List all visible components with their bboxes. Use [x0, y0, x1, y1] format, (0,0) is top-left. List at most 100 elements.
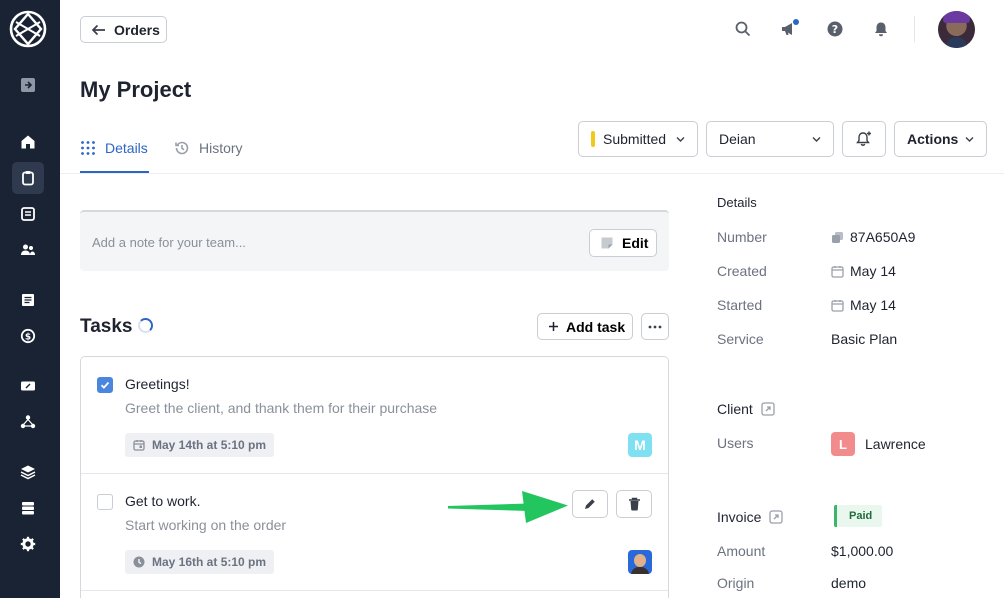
created-value: May 14: [831, 263, 896, 279]
sidebar-home-icon[interactable]: [17, 131, 39, 153]
announcements-icon[interactable]: [780, 19, 800, 39]
task-assignee-avatar[interactable]: [628, 550, 652, 574]
created-label: Created: [717, 263, 767, 279]
ellipsis-icon: [648, 325, 662, 328]
tab-history-label: History: [199, 140, 243, 156]
sidebar-collapse-icon[interactable]: [17, 74, 39, 96]
external-link-icon[interactable]: [761, 402, 775, 416]
origin-value: demo: [831, 575, 866, 591]
history-clock-icon: [175, 141, 189, 155]
calendar-icon: [133, 440, 145, 451]
client-heading[interactable]: Client: [717, 401, 775, 417]
assignee-dropdown[interactable]: Deian: [706, 121, 834, 157]
loading-spinner-icon: [138, 318, 153, 333]
external-link-icon[interactable]: [769, 510, 784, 524]
tab-history[interactable]: History: [174, 140, 243, 156]
clock-icon: [133, 556, 145, 568]
copy-icon[interactable]: [831, 231, 844, 244]
follow-notifications-button[interactable]: [842, 121, 886, 157]
sidebar-messages-icon[interactable]: [17, 203, 39, 225]
pencil-icon: [585, 498, 596, 509]
grid-dots-icon: [81, 141, 95, 155]
task-description: Greet the client, and thank them for the…: [125, 400, 438, 416]
service-value[interactable]: Basic Plan: [831, 331, 897, 347]
user-avatar[interactable]: [938, 11, 975, 48]
sidebar-services-icon[interactable]: [17, 461, 39, 483]
client-user[interactable]: L Lawrence: [831, 432, 926, 456]
number-label: Number: [717, 229, 767, 245]
assignee-dropdown-label: Deian: [719, 131, 756, 147]
invoice-heading-label: Invoice: [717, 509, 762, 525]
sidebar-coupons-icon[interactable]: [17, 375, 39, 397]
client-heading-label: Client: [717, 401, 753, 417]
notifications-bell-icon[interactable]: [871, 19, 891, 39]
status-dropdown[interactable]: Submitted: [578, 121, 698, 157]
users-label: Users: [717, 435, 754, 451]
amount-value-label: $1,000.00: [831, 543, 894, 559]
sidebar-clients-icon[interactable]: [17, 239, 39, 261]
chevron-down-icon: [965, 137, 974, 142]
task-checkbox[interactable]: [97, 494, 113, 510]
task-item[interactable]: Get to work. Start working on the order …: [81, 474, 668, 591]
amount-label: Amount: [717, 543, 766, 559]
tasks-more-button[interactable]: [641, 313, 669, 340]
details-heading: Details: [717, 195, 757, 210]
task-due-date-label: May 14th at 5:10 pm: [152, 438, 267, 452]
task-title: Greetings!: [125, 376, 190, 392]
task-item[interactable]: Greetings! Greet the client, and thank t…: [81, 357, 668, 474]
edit-task-button[interactable]: [572, 490, 608, 518]
task-checkbox[interactable]: [97, 377, 113, 393]
task-due-date[interactable]: May 14th at 5:10 pm: [125, 433, 275, 457]
sidebar-billing-icon[interactable]: $: [17, 325, 39, 347]
checkmark-icon: [100, 381, 110, 389]
client-user-avatar: L: [831, 432, 855, 456]
tabs-divider: [60, 173, 1004, 174]
back-to-orders-button[interactable]: Orders: [80, 16, 167, 43]
add-task-button[interactable]: Add task: [537, 313, 633, 340]
service-label: Service: [717, 331, 764, 347]
task-due-date-label: May 16th at 5:10 pm: [152, 555, 267, 569]
sidebar-orders-icon[interactable]: [12, 162, 44, 194]
details-heading-label: Details: [717, 195, 757, 210]
team-note-box[interactable]: Add a note for your team... Edit: [80, 210, 669, 271]
service-value-label: Basic Plan: [831, 331, 898, 347]
task-list: Greetings! Greet the client, and thank t…: [80, 356, 669, 598]
delete-task-button[interactable]: [616, 490, 652, 518]
calendar-icon: [831, 265, 844, 278]
task-due-date[interactable]: May 16th at 5:10 pm: [125, 550, 275, 574]
back-button-label: Orders: [114, 21, 160, 38]
origin-value-label: demo: [831, 575, 867, 591]
number-value[interactable]: 87A650A9: [831, 229, 915, 245]
trash-icon: [628, 497, 640, 511]
bell-plus-icon: [856, 131, 871, 146]
invoice-status-badge: Paid: [834, 505, 883, 527]
client-user-name: Lawrence: [865, 436, 926, 452]
actions-dropdown[interactable]: Actions: [894, 121, 987, 157]
task-assignee-avatar[interactable]: M: [628, 433, 652, 457]
add-task-label: Add task: [566, 318, 626, 335]
tasks-heading: Tasks: [80, 316, 133, 337]
status-dropdown-label: Submitted: [603, 131, 667, 147]
plus-icon: [549, 322, 558, 331]
chevron-down-icon: [812, 137, 821, 142]
started-label: Started: [717, 297, 763, 313]
app-logo-icon[interactable]: [9, 10, 47, 48]
search-icon[interactable]: [733, 19, 753, 39]
invoice-heading[interactable]: Invoice: [717, 509, 784, 525]
tab-details[interactable]: Details: [80, 140, 148, 156]
sidebar-invoices-icon[interactable]: [17, 289, 39, 311]
edit-note-label: Edit: [622, 235, 649, 251]
task-description: Start working on the order: [125, 517, 287, 533]
sidebar-settings-icon[interactable]: [17, 533, 39, 555]
number-value-label: 87A650A9: [850, 229, 916, 245]
header-divider: [914, 16, 915, 42]
svg-text:$: $: [25, 332, 31, 342]
sidebar-storage-icon[interactable]: [17, 497, 39, 519]
svg-text:?: ?: [832, 23, 838, 36]
started-value: May 14: [831, 297, 896, 313]
sidebar-affiliates-icon[interactable]: [17, 411, 39, 433]
edit-note-button[interactable]: Edit: [589, 229, 657, 257]
origin-label: Origin: [717, 575, 755, 591]
page-title: My Project: [80, 77, 192, 102]
help-icon[interactable]: ?: [825, 19, 845, 39]
